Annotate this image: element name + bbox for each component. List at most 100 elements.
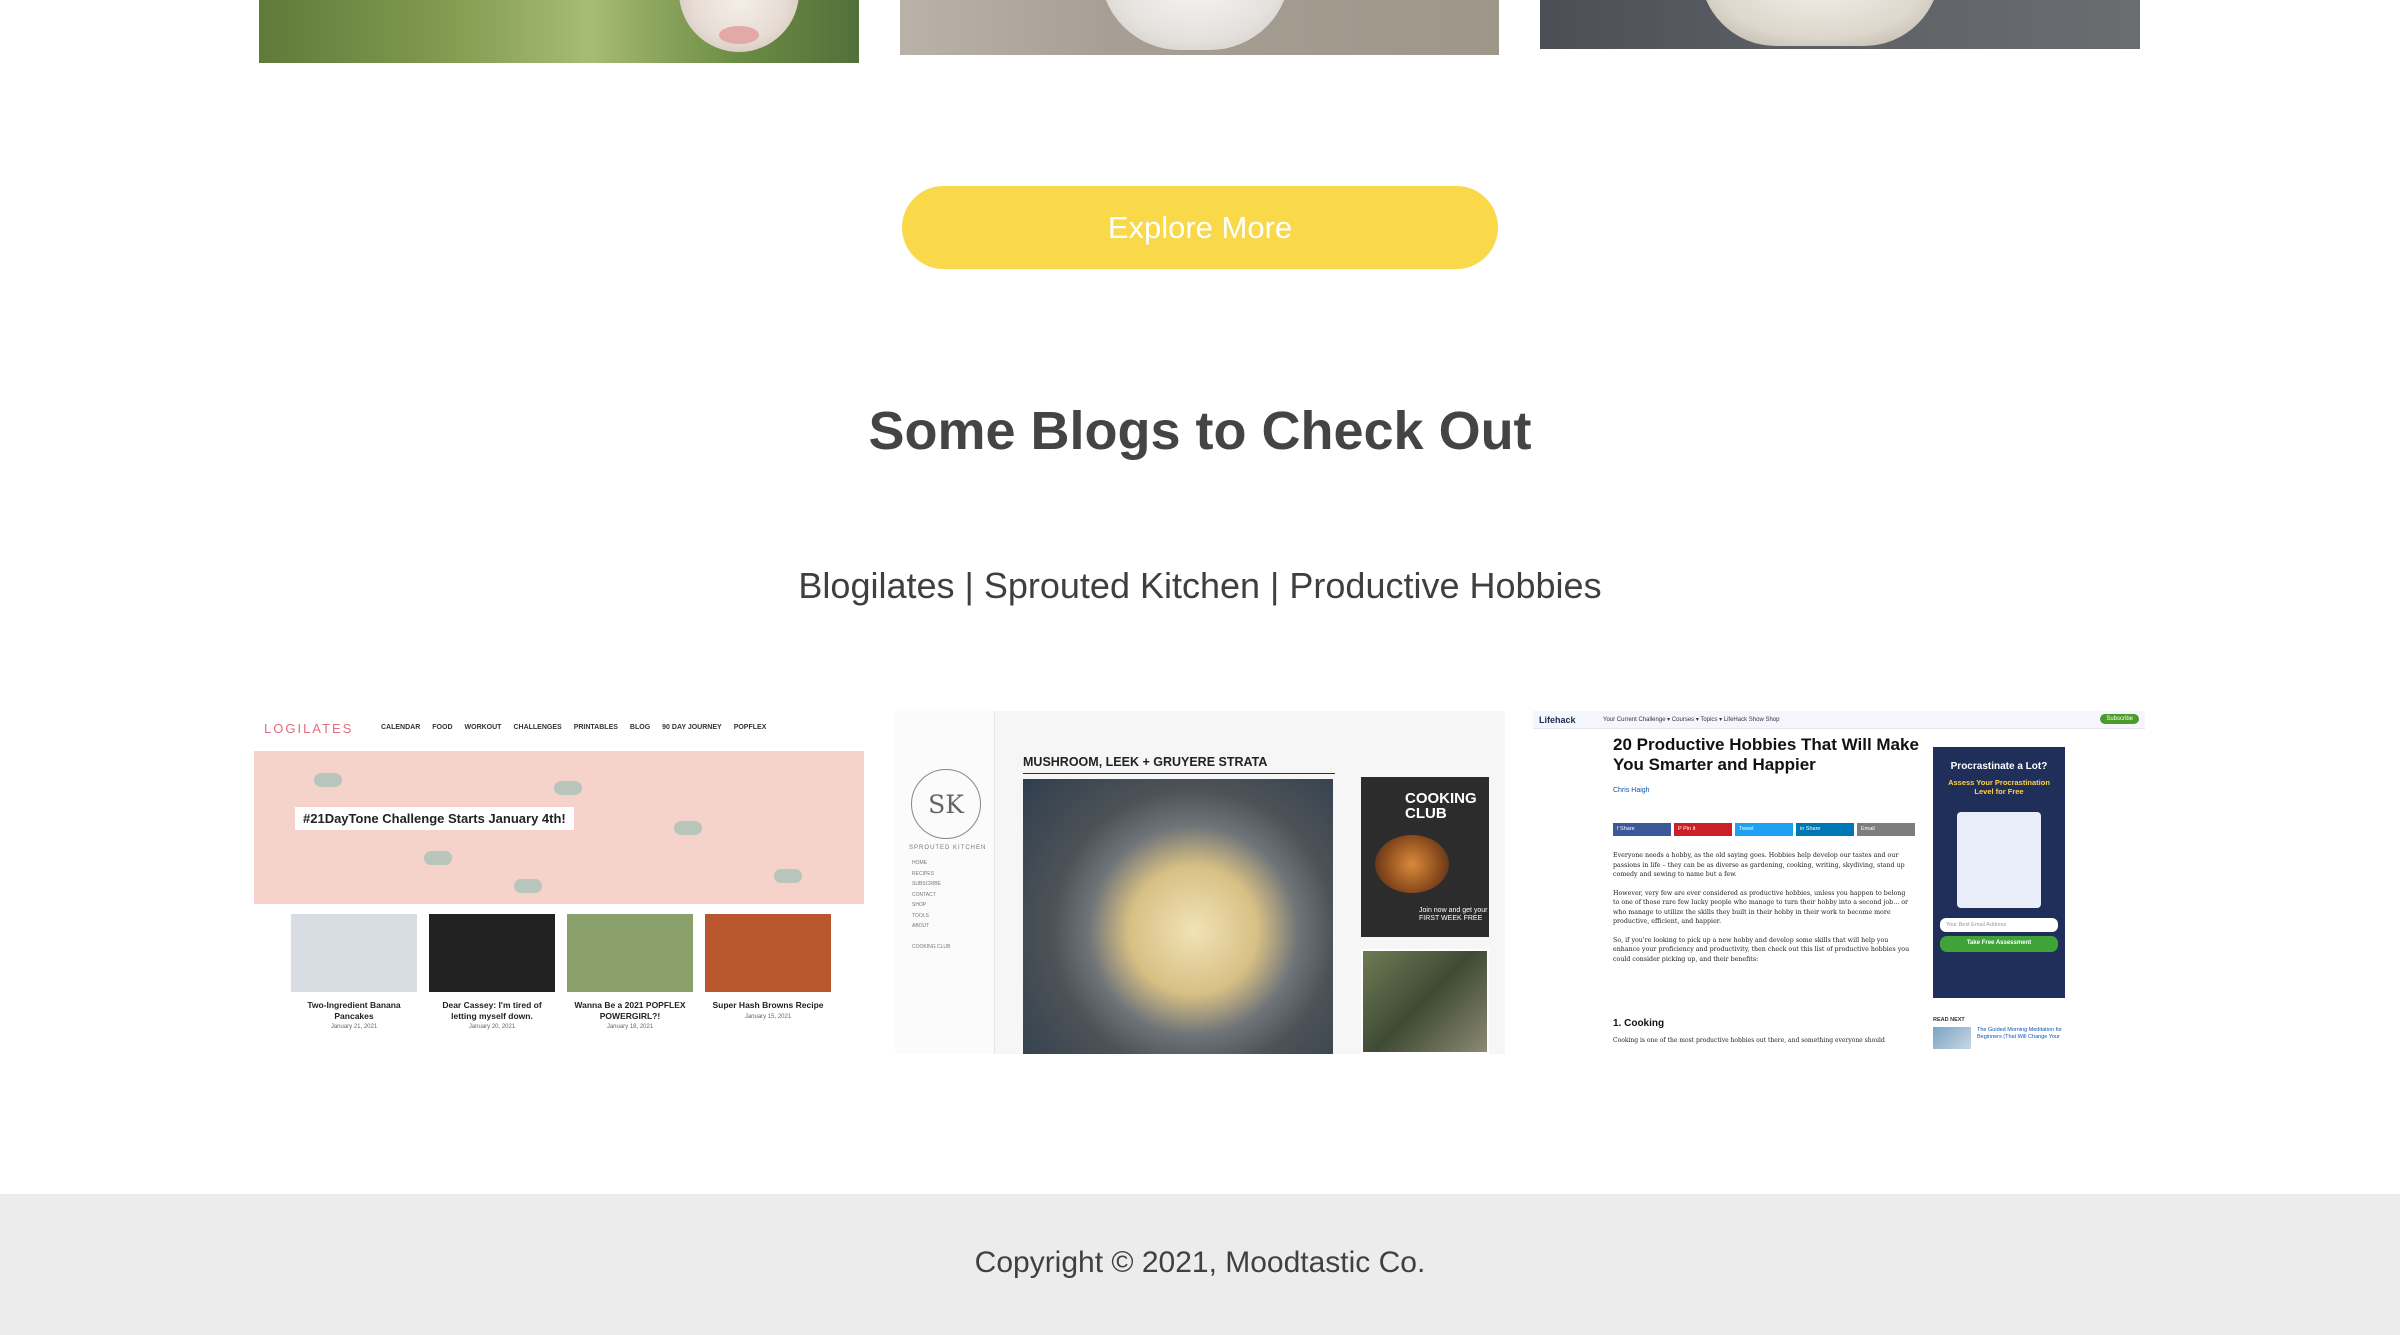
- article-title: 20 Productive Hobbies That Will Make You…: [1613, 735, 1919, 774]
- post-thumbnail: [291, 914, 417, 992]
- article-paragraph: Everyone needs a hobby, as the old sayin…: [1613, 852, 1905, 878]
- article-author: Chris Haigh: [1613, 787, 1650, 794]
- post-title: Wanna Be a 2021 POPFLEX POWERGIRL?!: [574, 1000, 686, 1021]
- sprouted-name: SPROUTED KITCHEN: [909, 845, 987, 851]
- blogilates-nav: LOGILATES CALENDAR FOOD WORKOUT CHALLENG…: [254, 717, 864, 739]
- share-twitter: Tweet: [1735, 823, 1793, 836]
- share-bar: f Share P Pin it Tweet in Share Email: [1613, 823, 1915, 836]
- sprouted-menu-item: HOME: [912, 860, 927, 866]
- blogilates-menu-item: CHALLENGES: [513, 724, 562, 731]
- hero-figure: [514, 879, 542, 893]
- post-date: January 18, 2021: [606, 1024, 654, 1031]
- blogilates-screenshot[interactable]: LOGILATES CALENDAR FOOD WORKOUT CHALLENG…: [254, 711, 864, 1054]
- blogilates-menu: CALENDAR FOOD WORKOUT CHALLENGES PRINTAB…: [381, 724, 766, 731]
- photo-cat-dark[interactable]: [1540, 0, 2140, 49]
- article-paragraph: However, very few are ever considered as…: [1613, 889, 1909, 926]
- sprouted-menu-item: SUBSCRIBE: [912, 881, 941, 887]
- hero-figure: [774, 869, 802, 883]
- subscribe-badge: Subscribe: [2100, 714, 2139, 724]
- post-date: January 15, 2021: [744, 1013, 792, 1020]
- blogilates-menu-item: FOOD: [432, 724, 453, 731]
- ad-subheading: Assess Your Procrastination Level for Fr…: [1948, 778, 2050, 796]
- post-title: Two-Ingredient Banana Pancakes: [307, 1000, 401, 1021]
- article-paragraph: So, if you're looking to pick up a new h…: [1613, 936, 1910, 963]
- promo-text: Join now and get your FIRST WEEK FREE: [1419, 907, 1488, 922]
- blogilates-menu-item: CALENDAR: [381, 724, 421, 731]
- sprouted-post-title: MUSHROOM, LEEK + GRUYERE STRATA: [1023, 755, 1268, 769]
- soup-bowl-image: [1375, 835, 1449, 893]
- blogilates-post: Two-Ingredient Banana Pancakes January 2…: [291, 914, 417, 1030]
- blog-link-sprouted-kitchen[interactable]: Sprouted Kitchen: [984, 565, 1260, 606]
- post-title: Super Hash Browns Recipe: [712, 1000, 824, 1010]
- read-next-title: The Guided Morning Meditation for Beginn…: [1977, 1027, 2062, 1040]
- lifehack-logo: Lifehack: [1539, 715, 1576, 725]
- hero-figure: [674, 821, 702, 835]
- sprouted-side-photo: [1361, 949, 1489, 1054]
- post-thumbnail: [429, 914, 555, 992]
- lifehack-menu: Your Current Challenge ▾ Courses ▾ Topic…: [1603, 717, 1780, 723]
- post-thumbnail: [705, 914, 831, 992]
- share-pinterest: P Pin it: [1674, 823, 1732, 836]
- explore-more-button[interactable]: Explore More: [902, 186, 1498, 269]
- ad-email-field: Your Best Email Address: [1940, 918, 2058, 932]
- sprouted-menu-item: CONTACT: [912, 891, 936, 898]
- strata-photo: [1023, 779, 1333, 1054]
- sprouted-menu-item: SHOP: [912, 902, 927, 908]
- post-title: Dear Cassey: I'm tired of letting myself…: [442, 1000, 542, 1021]
- blog-link-blogilates[interactable]: Blogilates: [798, 565, 954, 606]
- blogilates-post: Super Hash Browns Recipe January 15, 202…: [705, 914, 831, 1030]
- sprouted-menu: HOME RECIPES SUBSCRIBE CONTACT SHOP TOOL…: [912, 858, 950, 953]
- cat-paw-shape: [679, 0, 799, 52]
- promo-title: COOKING CLUB: [1405, 790, 1477, 822]
- read-next-thumbnail: [1933, 1027, 1971, 1049]
- sprouted-menu-item: TOOLS: [912, 912, 929, 919]
- read-next-label: READ NEXT: [1933, 1017, 1965, 1023]
- sprouted-menu-item: COOKING CLUB: [912, 944, 951, 950]
- blogilates-menu-item: POPFLEX: [733, 724, 767, 731]
- share-facebook: f Share: [1613, 823, 1671, 836]
- copyright-text: Copyright © 2021, Moodtastic Co.: [974, 1245, 1426, 1279]
- blogilates-menu-item: 90 DAY JOURNEY: [662, 724, 722, 731]
- blogilates-hero: #21DayTone Challenge Starts January 4th!: [254, 751, 864, 904]
- blogilates-banner: #21DayTone Challenge Starts January 4th!: [295, 807, 574, 830]
- cat-fur-shape: [1700, 0, 1940, 46]
- sprouted-kitchen-screenshot[interactable]: SK SPROUTED KITCHEN HOME RECIPES SUBSCRI…: [895, 711, 1505, 1054]
- share-email: Email: [1857, 823, 1915, 836]
- sprouted-menu-item: RECIPES: [912, 870, 934, 877]
- link-separator: |: [1270, 565, 1280, 606]
- article-section-heading: 1. Cooking: [1613, 1018, 1665, 1029]
- hero-figure: [424, 851, 452, 865]
- article-section-text: Cooking is one of the most productive ho…: [1613, 1037, 1885, 1044]
- photo-white-cat[interactable]: [900, 0, 1499, 55]
- hero-figure: [314, 773, 342, 787]
- post-date: January 20, 2021: [468, 1024, 516, 1031]
- sprouted-sidebar: SK SPROUTED KITCHEN HOME RECIPES SUBSCRI…: [895, 711, 995, 1054]
- post-thumbnail: [567, 914, 693, 992]
- hero-figure: [554, 781, 582, 795]
- article-body: Everyone needs a hobby, as the old sayin…: [1613, 851, 1913, 973]
- blogilates-menu-item: PRINTABLES: [573, 724, 618, 731]
- title-divider: [1023, 773, 1335, 774]
- share-linkedin: in Share: [1796, 823, 1854, 836]
- sprouted-logo: SK: [911, 769, 981, 839]
- ad-heading: Procrastinate a Lot?: [1950, 761, 2048, 772]
- cat-fur-shape: [1100, 0, 1290, 50]
- section-title: Some Blogs to Check Out: [868, 401, 1532, 461]
- link-separator: |: [964, 565, 974, 606]
- blog-link-productive-hobbies[interactable]: Productive Hobbies: [1289, 565, 1601, 606]
- blogilates-post: Dear Cassey: I'm tired of letting myself…: [429, 914, 555, 1030]
- post-date: January 21, 2021: [330, 1024, 378, 1031]
- cooking-club-promo: COOKING CLUB Join now and get your FIRST…: [1361, 777, 1489, 937]
- procrastination-ad: Procrastinate a Lot? Assess Your Procras…: [1933, 747, 2065, 998]
- ad-illustration: [1957, 812, 2041, 908]
- blogilates-post: Wanna Be a 2021 POPFLEX POWERGIRL?! Janu…: [567, 914, 693, 1030]
- footer: Copyright © 2021, Moodtastic Co.: [0, 1194, 2400, 1335]
- lifehack-nav: Lifehack Your Current Challenge ▾ Course…: [1533, 711, 2145, 729]
- blogilates-posts: Two-Ingredient Banana Pancakes January 2…: [291, 914, 831, 1030]
- photo-plant-cat-paw[interactable]: [259, 0, 859, 63]
- sprouted-menu-item: ABOUT: [912, 923, 930, 929]
- sprouted-menu-item: [912, 932, 950, 943]
- lifehack-screenshot[interactable]: Lifehack Your Current Challenge ▾ Course…: [1533, 711, 2145, 1054]
- blogilates-menu-item: WORKOUT: [464, 724, 502, 731]
- blogilates-menu-item: BLOG: [629, 724, 651, 731]
